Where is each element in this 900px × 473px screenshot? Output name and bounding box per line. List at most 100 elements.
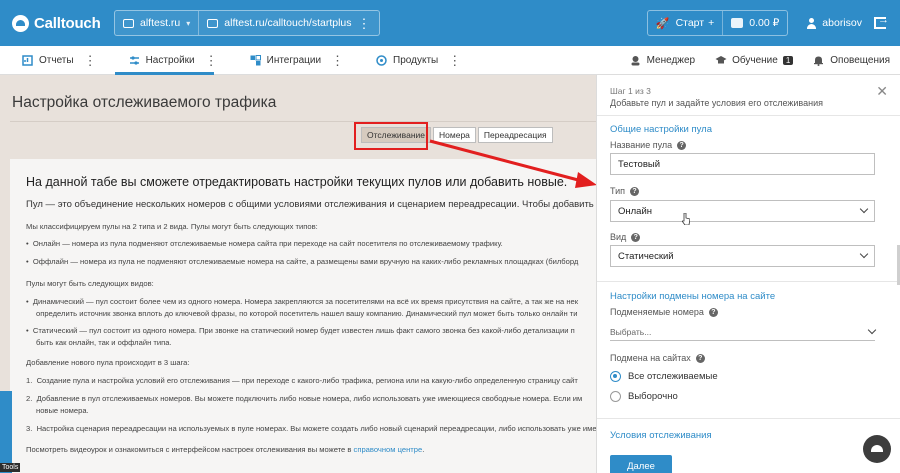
list-item-cont: новые номера. xyxy=(36,406,89,415)
divider xyxy=(10,121,600,122)
list-item: 2. Добавление в пул отслеживаемых номеро… xyxy=(26,394,583,403)
next-button[interactable]: Далее xyxy=(610,455,672,473)
help-icon[interactable]: ? xyxy=(695,353,705,363)
content-heading: На данной табе вы сможете отредактироват… xyxy=(26,175,568,189)
site-name: alftest.ru/calltouch/startplus xyxy=(224,17,352,29)
nav-label-integrations: Интеграции xyxy=(266,54,322,66)
nav-item-settings[interactable]: Настройки ⋮ xyxy=(107,46,228,75)
tab-numbers[interactable]: Номера xyxy=(433,127,476,143)
kinds-intro: Пулы могут быть следующих видов: xyxy=(26,279,154,288)
type-select[interactable]: Онлайн xyxy=(610,200,875,222)
reports-icon xyxy=(22,54,33,66)
help-center-link[interactable]: справочном центре xyxy=(354,445,423,454)
chevron-down-icon: ▾ xyxy=(186,18,191,28)
start-balance-box: 🚀 Старт + 0.00 ₽ xyxy=(646,10,789,36)
nav-label-education: Обучение xyxy=(732,54,778,66)
kebab-menu-icon[interactable]: ⋮ xyxy=(331,54,344,67)
chevron-down-icon xyxy=(867,325,877,334)
start-button[interactable]: 🚀 Старт + xyxy=(648,11,722,35)
help-icon[interactable]: ? xyxy=(630,186,640,196)
user-icon xyxy=(806,17,817,29)
kind-select[interactable]: Статический xyxy=(610,245,875,267)
nav-item-reports[interactable]: Отчеты ⋮ xyxy=(0,46,107,74)
logout-icon[interactable] xyxy=(874,14,889,29)
radio-all-tracked[interactable]: Все отслеживаемые xyxy=(610,371,718,382)
sites-label: Подмена на сайтах? xyxy=(610,353,705,363)
info-content: На данной табе вы сможете отредактироват… xyxy=(10,159,600,473)
logo-text: Calltouch xyxy=(34,14,101,32)
tools-label: Tools xyxy=(0,463,21,472)
nav-label-notifications: Оповещения xyxy=(830,54,890,66)
settings-icon xyxy=(129,55,140,66)
nav-label-settings: Настройки xyxy=(145,54,195,66)
user-menu[interactable]: aborisov xyxy=(806,17,862,29)
close-icon[interactable]: ✕ xyxy=(876,83,888,100)
project-name: alftest.ru xyxy=(140,17,181,29)
start-label: Старт xyxy=(675,17,705,29)
substituted-select[interactable]: Выбрать... xyxy=(610,323,877,341)
footer-note: Посмотреть видеоурок и ознакомиться с ин… xyxy=(26,445,425,454)
nav-label-manager: Менеджер xyxy=(646,54,696,66)
section-substitution-title: Настройки подмены номера на сайте xyxy=(610,291,776,302)
username: aborisov xyxy=(822,17,862,29)
highlight-box xyxy=(354,122,428,150)
site-dropdown[interactable]: alftest.ru/calltouch/startplus ⋮ xyxy=(198,11,378,35)
nav-right-group: Менеджер Обучение 1 Оповещения xyxy=(620,46,900,74)
pool-name-input[interactable]: Тестовый xyxy=(610,153,875,175)
wallet-icon xyxy=(731,18,744,28)
start-plus: + xyxy=(708,17,715,29)
types-intro: Мы классифицируем пулы на 2 типа и 2 вид… xyxy=(26,222,318,231)
radio-selective[interactable]: Выборочно xyxy=(610,391,678,402)
kebab-menu-icon[interactable]: ⋮ xyxy=(358,17,371,30)
kebab-menu-icon[interactable]: ⋮ xyxy=(84,54,97,67)
integrations-icon xyxy=(250,54,261,66)
section-conditions-title[interactable]: Условия отслеживания xyxy=(610,430,712,441)
list-item: • Статический — пул состоит из одного но… xyxy=(26,326,575,335)
help-icon[interactable]: ? xyxy=(708,307,718,317)
divider xyxy=(597,281,900,282)
kind-label: Вид? xyxy=(610,232,641,242)
tab-forwarding[interactable]: Переадресация xyxy=(477,127,553,143)
nav-label-reports: Отчеты xyxy=(39,54,74,66)
add-pool-panel: Шаг 1 из 3 Добавьте пул и задайте услови… xyxy=(596,75,900,473)
nav-item-integrations[interactable]: Интеграции ⋮ xyxy=(228,46,354,74)
briefcase-icon xyxy=(123,18,134,28)
nav-manager[interactable]: Менеджер xyxy=(620,46,706,74)
pool-name-label: Название пула? xyxy=(610,140,687,150)
browser-icon xyxy=(207,18,219,28)
radio-empty-icon xyxy=(610,391,621,402)
pool-definition: Пул — это объединение нескольких номеров… xyxy=(26,199,600,210)
help-side-tab[interactable] xyxy=(0,391,12,473)
manager-icon xyxy=(630,55,641,66)
bell-icon xyxy=(813,55,824,66)
type-label: Тип? xyxy=(610,186,640,196)
kebab-menu-icon[interactable]: ⋮ xyxy=(448,54,461,67)
nav-notifications[interactable]: Оповещения xyxy=(803,46,900,74)
help-icon[interactable]: ? xyxy=(631,232,641,242)
divider xyxy=(597,418,900,419)
substituted-label: Подменяемые номера? xyxy=(610,307,718,317)
main-nav: Отчеты ⋮ Настройки ⋮ Интеграции ⋮ Продук… xyxy=(0,46,900,75)
nav-education[interactable]: Обучение 1 xyxy=(705,46,803,74)
chevron-down-icon xyxy=(859,249,869,259)
divider xyxy=(597,115,900,116)
kebab-menu-icon[interactable]: ⋮ xyxy=(205,54,218,67)
list-item: 3. Настройка сценария переадресации на и… xyxy=(26,424,600,433)
list-item-cont: определить источник звонка вплоть до клю… xyxy=(36,309,578,318)
balance[interactable]: 0.00 ₽ xyxy=(722,11,787,35)
logo-icon xyxy=(12,14,29,32)
nav-item-products[interactable]: Продукты ⋮ xyxy=(354,46,471,74)
project-dropdown[interactable]: alftest.ru ▾ xyxy=(115,11,198,35)
calltouch-widget-icon[interactable] xyxy=(863,435,891,463)
education-icon xyxy=(715,55,727,66)
list-item: • Оффлайн — номера из пула не подменяют … xyxy=(26,257,579,266)
step-indicator: Шаг 1 из 3 xyxy=(610,86,651,96)
list-item: 1. Создание пула и настройка условий его… xyxy=(26,376,578,385)
section-general-title: Общие настройки пула xyxy=(610,124,712,135)
help-icon[interactable]: ? xyxy=(677,140,687,150)
page-title: Настройка отслеживаемого трафика xyxy=(12,94,277,111)
calltouch-logo[interactable]: Calltouch xyxy=(12,14,104,32)
project-selector: alftest.ru ▾ alftest.ru/calltouch/startp… xyxy=(114,10,380,36)
list-item: • Динамический — пул состоит более чем и… xyxy=(26,297,579,306)
radio-selected-icon xyxy=(610,371,621,382)
